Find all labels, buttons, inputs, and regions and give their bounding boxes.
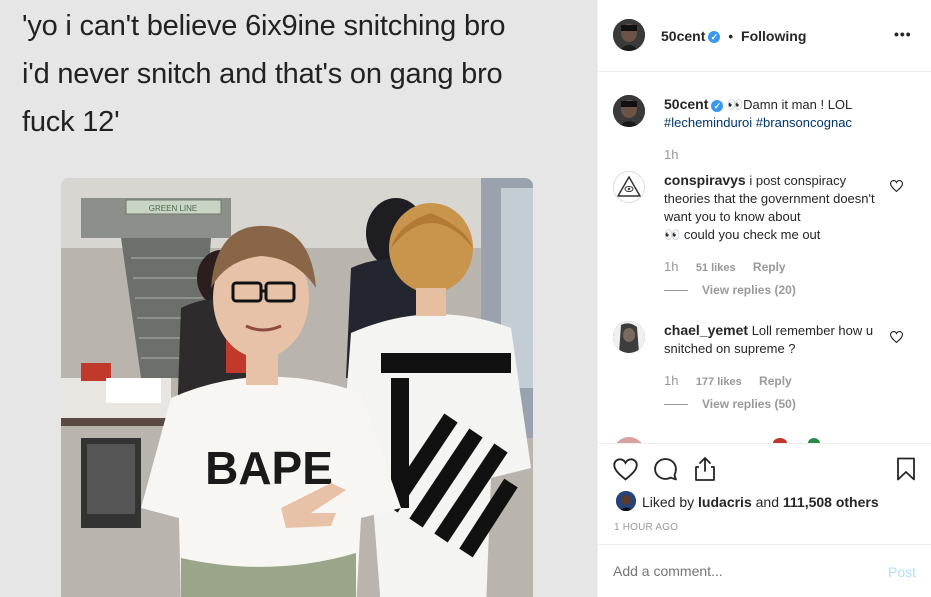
likes-count[interactable]: 111,508 others <box>783 494 879 510</box>
comment-meta: 1h 177 likes Reply <box>664 373 806 388</box>
comment-like-icon[interactable] <box>889 179 904 197</box>
likes-summary: Liked by ludacris and 111,508 others <box>642 494 879 510</box>
reply-button[interactable]: Reply <box>759 374 792 388</box>
heart-icon <box>889 331 904 344</box>
caption-time: 1h <box>664 147 679 162</box>
comment-input[interactable] <box>613 561 863 581</box>
comment-body-rest: theories that the government doesn't wan… <box>664 191 875 224</box>
green-line-sign: GREEN LINE <box>149 204 197 213</box>
liker-avatar[interactable] <box>616 491 636 511</box>
author-avatar-image <box>613 19 645 51</box>
like-button[interactable] <box>613 458 638 486</box>
post-comment-button[interactable]: Post <box>888 564 916 580</box>
meme-photo-illustration: GREEN LINE BAPE <box>61 178 533 597</box>
reply-button[interactable]: Reply <box>753 260 786 274</box>
commenter-avatar[interactable] <box>613 321 645 353</box>
post-sidebar: 50cent ✓ • Following ••• 50cent ✓ 👀Damn it… <box>597 0 931 597</box>
header-separator: • <box>728 28 734 44</box>
comment-body: i post conspiracy <box>749 173 847 188</box>
caption-text: 50cent ✓ 👀Damn it man ! LOL #lecheminduro… <box>664 95 884 132</box>
post-header: 50cent ✓ • Following ••• <box>598 0 931 72</box>
liked-by-prefix: Liked by <box>642 494 695 510</box>
chael-avatar-image <box>613 321 645 353</box>
post-image[interactable]: 'yo i can't believe 6ix9ine snitching br… <box>0 0 597 597</box>
author-avatar[interactable] <box>613 19 645 51</box>
heart-icon <box>613 458 638 481</box>
bookmark-icon <box>897 457 915 481</box>
caption-author-avatar[interactable] <box>613 95 645 127</box>
eyes-emoji: 👀 <box>664 227 681 242</box>
clipped-next-comment <box>613 435 913 443</box>
heart-icon <box>889 180 904 193</box>
post-timestamp[interactable]: 1 HOUR AGO <box>614 522 678 533</box>
verified-badge-icon: ✓ <box>708 31 721 44</box>
verified-badge-icon: ✓ <box>711 99 724 112</box>
comment-username[interactable]: chael_yemet <box>664 322 748 338</box>
comment-meta: 1h 51 likes Reply <box>664 259 800 274</box>
commenter-avatar[interactable] <box>613 171 645 203</box>
comment-text: conspiravys i post conspiracy theories t… <box>664 171 884 244</box>
comments-list[interactable]: 50cent ✓ 👀Damn it man ! LOL #lecheminduro… <box>598 73 931 443</box>
meme-photo: GREEN LINE BAPE <box>61 178 533 597</box>
following-button[interactable]: Following <box>741 28 806 44</box>
shirt-text: BAPE <box>205 442 333 494</box>
view-replies-button[interactable]: View replies (20) <box>664 283 796 297</box>
share-icon <box>695 457 715 481</box>
more-options-icon[interactable]: ••• <box>894 26 912 42</box>
view-replies-button[interactable]: View replies (50) <box>664 397 796 411</box>
author-username[interactable]: 50cent <box>661 28 705 44</box>
comment-username[interactable]: conspiravys <box>664 172 746 188</box>
liker-avatar-image <box>616 491 636 511</box>
caption-body: Damn it man ! LOL <box>743 97 853 112</box>
caption-avatar-image <box>613 95 645 127</box>
comment-likes[interactable]: 177 likes <box>696 376 742 388</box>
meme-caption-text: 'yo i can't believe 6ix9ine snitching br… <box>22 10 506 138</box>
post-actions: Liked by ludacris and 111,508 others 1 H… <box>598 443 931 544</box>
comment-button[interactable] <box>653 457 678 487</box>
liked-by-and: and <box>755 494 779 510</box>
eyes-emoji: 👀 <box>726 97 744 112</box>
comment-time: 1h <box>664 373 679 388</box>
caption-username[interactable]: 50cent <box>664 96 708 112</box>
hashtag-link[interactable]: #bransoncognac <box>756 115 852 130</box>
illuminati-avatar-image <box>616 175 642 197</box>
comment-body: Loll remember how <box>751 323 863 338</box>
save-button[interactable] <box>896 457 916 486</box>
comment-body-tail: could you check me out <box>683 227 821 242</box>
comment-icon <box>654 458 677 481</box>
comment-likes[interactable]: 51 likes <box>696 262 736 274</box>
share-button[interactable] <box>693 456 717 487</box>
comment-like-icon[interactable] <box>889 330 904 348</box>
comment-text: chael_yemet Loll remember how u snitched… <box>664 321 879 358</box>
header-user-line: 50cent ✓ • Following <box>661 28 806 44</box>
liker-username[interactable]: ludacris <box>698 494 752 510</box>
comment-time: 1h <box>664 259 679 274</box>
add-comment-bar: Post <box>598 544 931 597</box>
hashtag-link[interactable]: #lecheminduroi <box>664 115 752 130</box>
